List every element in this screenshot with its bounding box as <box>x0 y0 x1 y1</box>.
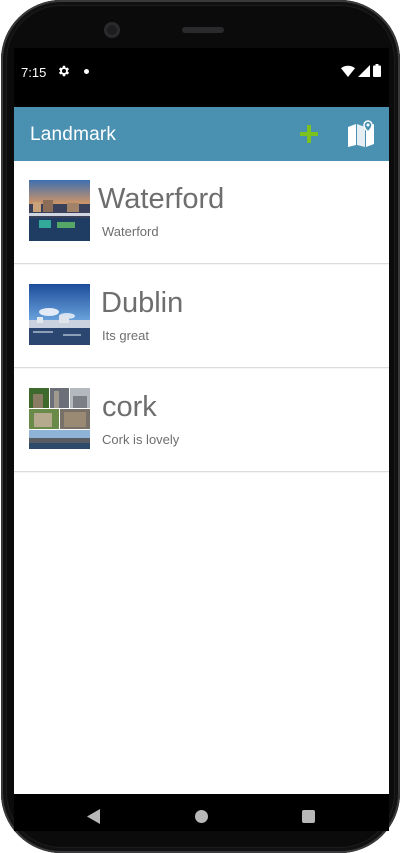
dublin-photo <box>29 284 90 345</box>
recents-icon[interactable] <box>302 810 315 823</box>
phone-shell: 7:15 Landmark Waterford Waterford Dublin… <box>1 0 400 853</box>
system-nav-bar <box>14 794 389 831</box>
device-frame: 7:15 Landmark Waterford Waterford Dublin… <box>0 0 401 853</box>
toolbar-title: Landmark <box>30 124 117 145</box>
add-icon[interactable] <box>297 122 321 146</box>
item-description: Waterford <box>102 224 159 239</box>
battery-icon <box>373 64 381 77</box>
app-toolbar: Landmark <box>14 107 389 161</box>
home-icon[interactable] <box>195 810 208 823</box>
list-item-cork[interactable]: cork Cork is lovely <box>14 369 389 472</box>
app-content: Landmark Waterford Waterford Dublin Its … <box>14 107 389 794</box>
status-time: 7:15 <box>21 65 47 80</box>
map-icon[interactable] <box>346 119 376 149</box>
item-title: Waterford <box>98 183 225 215</box>
back-icon[interactable] <box>87 809 100 824</box>
earpiece <box>182 27 224 33</box>
front-camera <box>104 22 120 38</box>
item-description: Its great <box>102 328 149 343</box>
item-description: Cork is lovely <box>102 432 180 447</box>
settings-icon <box>58 65 70 77</box>
waterford-photo <box>29 180 90 241</box>
status-icons <box>341 64 381 77</box>
landmark-list: Waterford Waterford Dublin Its great cor… <box>14 161 389 472</box>
cork-collage-photo <box>29 388 90 449</box>
wifi-icon <box>341 65 355 77</box>
item-title: cork <box>102 391 157 423</box>
status-bar: 7:15 <box>14 48 389 96</box>
item-title: Dublin <box>101 287 184 319</box>
notification-dot-icon <box>84 69 89 74</box>
signal-icon <box>358 64 370 77</box>
list-item-dublin[interactable]: Dublin Its great <box>14 265 389 368</box>
list-item-waterford[interactable]: Waterford Waterford <box>14 161 389 264</box>
screen: 7:15 Landmark Waterford Waterford Dublin… <box>14 48 389 831</box>
